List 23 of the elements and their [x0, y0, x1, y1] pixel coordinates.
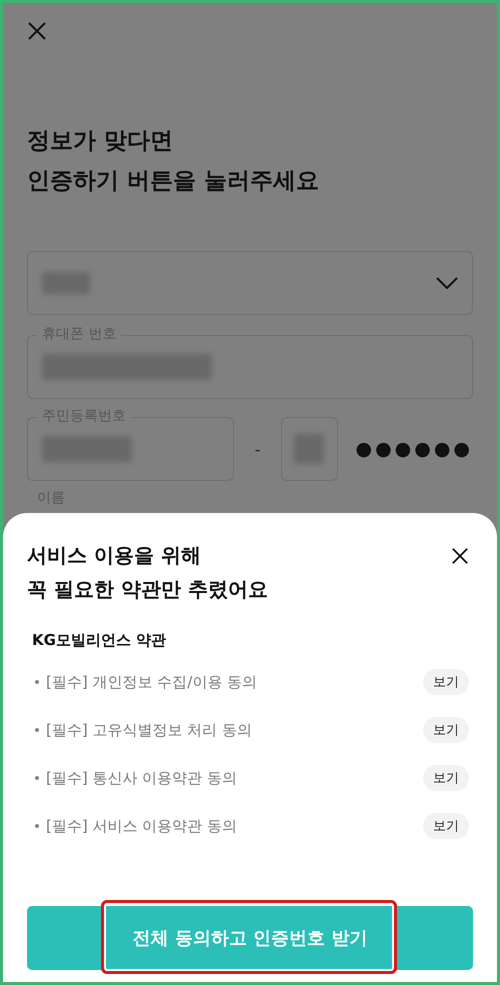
chevron-icon [436, 277, 458, 289]
view-button[interactable]: 보기 [423, 813, 469, 839]
terms-item: [필수] 개인정보 수집/이용 동의 [46, 672, 258, 692]
dash-separator: - [254, 440, 262, 458]
section-heading: KG모빌리언스 약관 [32, 631, 168, 650]
page-heading: 정보가 맞다면 [27, 127, 174, 156]
view-button[interactable]: 보기 [423, 717, 469, 743]
bullet-icon [35, 824, 39, 828]
view-button[interactable]: 보기 [423, 765, 469, 791]
sheet-title: 서비스 이용을 위해 [27, 542, 202, 569]
terms-item: [필수] 고유식별정보 처리 동의 [46, 720, 252, 740]
terms-item: [필수] 서비스 이용약관 동의 [46, 816, 238, 836]
bullet-icon [35, 680, 39, 684]
close-icon[interactable] [451, 547, 469, 565]
page-heading: 인증하기 버튼을 눌러주세요 [27, 167, 320, 196]
view-button[interactable]: 보기 [423, 669, 469, 695]
bullet-icon [35, 728, 39, 732]
sheet-title: 꼭 필요한 약관만 추렸어요 [27, 576, 268, 603]
id-digit-field[interactable] [281, 417, 338, 481]
masked-digits: ●●●●●● [356, 438, 473, 460]
terms-item: [필수] 통신사 이용약관 동의 [46, 768, 238, 788]
carrier-dropdown[interactable] [27, 251, 473, 315]
bullet-icon [35, 776, 39, 780]
